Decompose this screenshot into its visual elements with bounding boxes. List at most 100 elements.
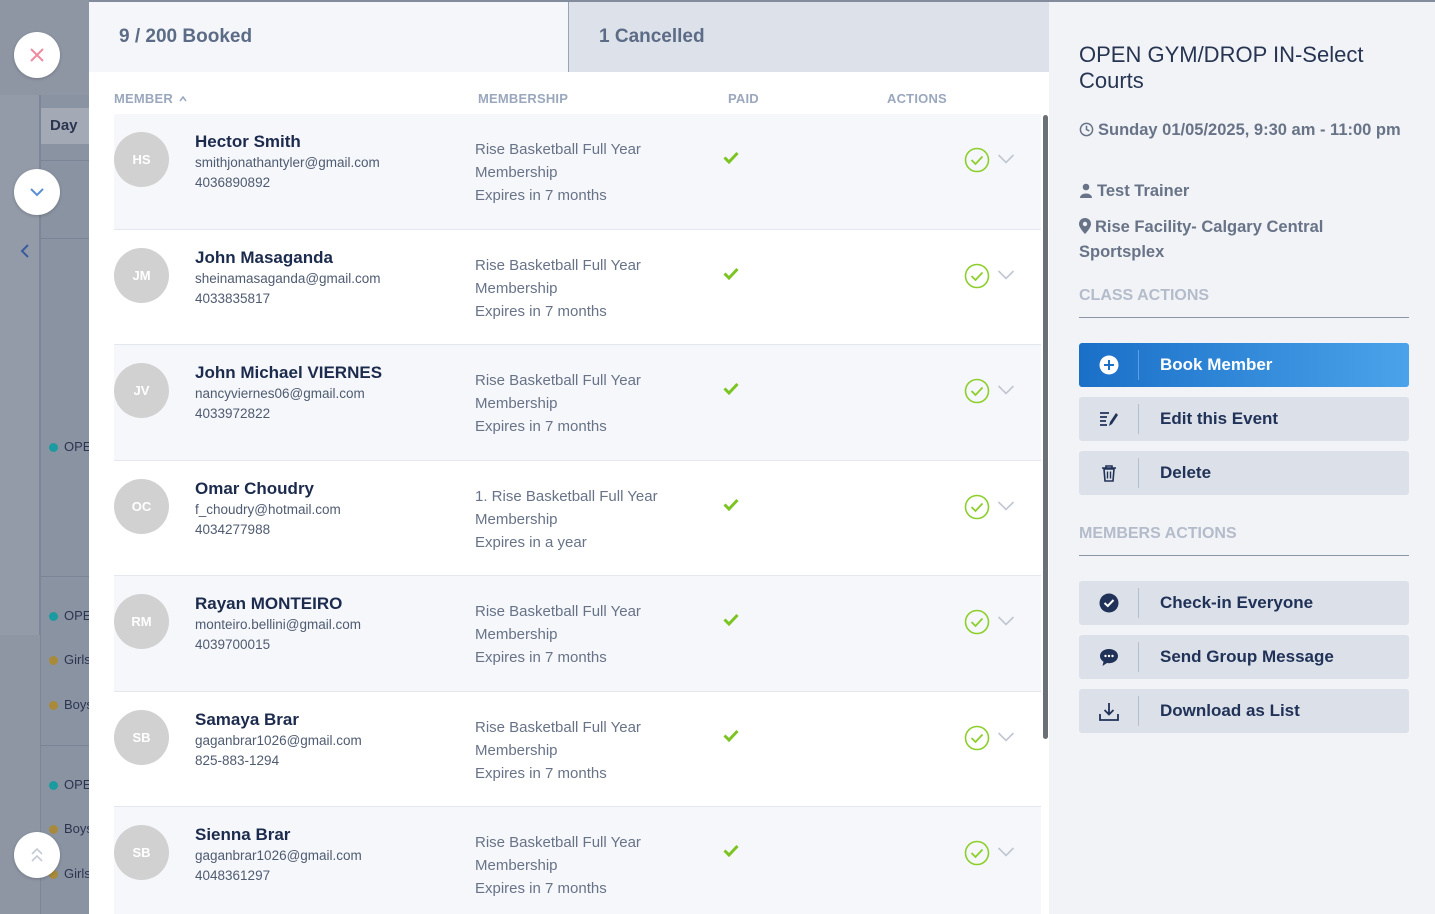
calendar-divider [40,576,89,577]
membership-type: Membership [475,857,558,874]
member-phone: 4034277988 [195,521,271,537]
membership-info: Rise Basketball Full Year Membership Expir… [475,831,705,900]
scrollbar[interactable] [1043,115,1048,739]
event-details-panel: OPEN GYM/DROP IN-Select Courts Sunday 01… [1049,2,1435,914]
member-email: gaganbrar1026@gmail.com [195,848,362,863]
plus-circle-icon [1099,355,1118,375]
member-row[interactable]: RM Rayan MONTEIRO monteiro.bellini@gmail.c… [114,576,1041,692]
close-button[interactable] [14,32,60,78]
check-icon [723,151,739,164]
member-row[interactable]: SB Sienna Brar gaganbrar1026@gmail.com 4048… [114,807,1041,914]
member-row[interactable]: JV John Michael VIERNES nancyviernes06@gma… [114,345,1041,461]
download-list-button[interactable]: Download as List [1079,689,1409,733]
member-row[interactable]: JM John Masaganda sheinamasaganda@gmail.co… [114,230,1041,345]
membership-info: Rise Basketball Full Year Membership Expir… [475,369,705,438]
member-phone: 4048361297 [195,868,271,883]
tab-booked[interactable]: 9 / 200 Booked [89,2,569,72]
membership-expiry: Expires in 7 months [475,880,607,897]
chevron-down-icon[interactable] [997,615,1015,627]
avatar: HS [114,132,169,187]
membership-type: Membership [475,279,558,297]
double-chevron-up-icon [31,847,43,862]
chevron-down-icon[interactable] [997,500,1015,512]
member-phone: 4033835817 [195,290,271,306]
check-circle-icon[interactable] [964,609,990,635]
avatar: JV [114,363,169,418]
membership-column-header: MEMBERSHIP [478,91,569,106]
member-email: f_choudry@hotmail.com [195,501,341,517]
clock-icon [1079,122,1094,137]
calendar-event[interactable]: Boys [49,821,89,836]
membership-name: Rise Basketball Full Year [475,834,641,851]
check-circle-icon[interactable] [964,378,990,404]
member-phone: 825-883-1294 [195,752,280,768]
scroll-top-button[interactable] [14,832,60,878]
table-header: MEMBER MEMBERSHIP PAID ACTIONS [89,72,1049,114]
sort-up-icon [179,95,187,102]
chevron-down-icon[interactable] [997,153,1015,165]
member-row[interactable]: OC Omar Choudry f_choudry@hotmail.com 40342… [114,461,1041,576]
calendar-event[interactable]: OPE [49,608,89,623]
check-icon [723,498,739,511]
event-title: OPEN GYM/DROP IN-Select Courts [1079,42,1364,93]
chevron-down-icon [30,188,44,197]
member-row[interactable]: HS Hector Smith smithjonathantyler@gmail.c… [114,114,1041,230]
membership-expiry: Expires in 7 months [475,764,607,782]
member-name[interactable]: Sienna Brar [195,825,290,845]
membership-info: Rise Basketball Full Year Membership Expir… [475,138,705,207]
chevron-down-icon[interactable] [997,731,1015,743]
background-calendar: Day OPE OPE Girls Boys OPE Boys Girls [0,0,89,914]
membership-name: Rise Basketball Full Year [475,256,641,274]
chevron-down-icon[interactable] [997,846,1015,858]
calendar-event[interactable]: OPE [49,439,89,454]
chevron-left-icon[interactable] [20,244,30,263]
calendar-event[interactable]: OPE [49,777,89,792]
member-name[interactable]: Rayan MONTEIRO [195,594,342,614]
membership-info: Rise Basketball Full Year Membership Expir… [475,600,705,669]
chevron-down-icon[interactable] [997,269,1015,281]
check-icon [723,267,739,280]
book-member-button[interactable]: Book Member [1079,343,1409,387]
member-row[interactable]: SB Samaya Brar gaganbrar1026@gmail.com 825-… [114,692,1041,807]
member-name[interactable]: Omar Choudry [195,479,314,499]
calendar-event[interactable]: Girls [49,652,89,667]
check-circle-icon[interactable] [964,263,990,289]
member-list: HS Hector Smith smithjonathantyler@gmail.c… [89,114,1041,914]
collapse-button[interactable] [14,169,60,215]
calendar-event[interactable]: Boys [49,697,89,712]
membership-name: Rise Basketball Full Year [475,141,641,158]
check-circle-icon[interactable] [964,147,990,173]
book-member-label: Book Member [1160,355,1273,374]
trash-icon [1101,465,1116,482]
membership-type: Membership [475,510,558,528]
membership-info: Rise Basketball Full Year Membership Expir… [475,254,705,323]
member-name[interactable]: Hector Smith [195,132,301,152]
check-circle-icon[interactable] [964,725,990,751]
check-circle-filled-icon [1099,593,1118,613]
edit-event-button[interactable]: Edit this Event [1079,397,1409,441]
delete-button[interactable]: Delete [1079,451,1409,495]
check-icon [723,844,739,857]
member-column-header[interactable]: MEMBER [114,91,187,106]
member-name[interactable]: Samaya Brar [195,710,299,730]
member-name[interactable]: John Michael VIERNES [195,363,382,383]
tab-cancelled[interactable]: 1 Cancelled [569,2,1049,72]
event-trainer: Test Trainer [1079,179,1409,204]
close-icon [30,48,44,62]
membership-expiry: Expires in a year [475,533,587,551]
check-circle-icon[interactable] [964,494,990,520]
membership-info: 1. Rise Basketball Full Year Membership Ex… [475,485,705,554]
checkin-everyone-label: Check-in Everyone [1160,593,1314,612]
avatar: JM [114,247,169,303]
checkin-everyone-button[interactable]: Check-in Everyone [1079,581,1409,625]
send-group-message-button[interactable]: Send Group Message [1079,635,1409,679]
check-circle-icon[interactable] [964,840,990,866]
member-email: sheinamasaganda@gmail.com [195,270,381,286]
booking-modal: 9 / 200 Booked 1 Cancelled MEMBER MEMBER… [89,2,1049,914]
membership-name: Rise Basketball Full Year [475,372,641,389]
member-name[interactable]: John Masaganda [195,248,333,268]
chevron-down-icon[interactable] [997,384,1015,396]
calendar-divider [40,745,89,746]
check-icon [723,613,739,626]
calendar-day-view-button[interactable]: Day [41,108,89,144]
